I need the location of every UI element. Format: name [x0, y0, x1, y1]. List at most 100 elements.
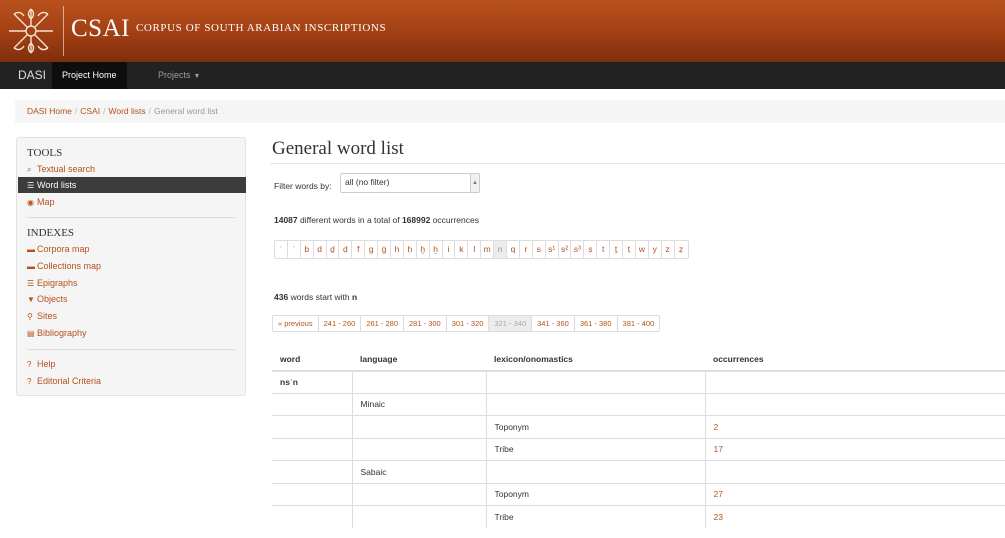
breadcrumb: DASI Home / CSAI / Word lists / General word l… [15, 100, 1005, 123]
letter-link[interactable]: t [597, 241, 611, 258]
letter-link[interactable]: h [391, 241, 404, 258]
letter-count-line: 436 words start with n [274, 292, 357, 302]
sidebar-item-label: Corpora map [37, 244, 90, 254]
cell-word [272, 460, 352, 483]
table-row: nsʾn [272, 370, 1005, 393]
sidebar-item-corpora-map[interactable]: ▬ Corpora map [27, 244, 90, 254]
letter-link[interactable]: s² [559, 241, 572, 258]
letter-link[interactable]: s [533, 241, 546, 258]
cell-occurrences[interactable]: 2 [704, 415, 1005, 438]
letter-link[interactable]: i [443, 241, 456, 258]
letter-link[interactable]: ḍ [339, 241, 353, 258]
stats-suffix: occurrences [432, 215, 479, 225]
cell-occurrences[interactable]: 23 [704, 505, 1005, 528]
cell-lexicon [485, 392, 705, 416]
pagination-page[interactable]: 361 - 380 [575, 316, 618, 331]
cell-language [351, 437, 486, 461]
csai-logo-icon[interactable] [6, 6, 56, 56]
column-header-lexicon: lexicon/onomastics [486, 348, 705, 372]
pagination-page[interactable]: 241 - 260 [319, 316, 362, 331]
cell-occurrences [704, 370, 1005, 393]
letter-count-number: 436 [274, 292, 289, 302]
site-banner: CSAI CORPUS OF SOUTH ARABIAN INSCRIPTIONS [0, 0, 1005, 62]
letter-link[interactable]: ṣ [584, 241, 598, 258]
pagination-page[interactable]: 341 - 360 [532, 316, 575, 331]
cell-word [272, 437, 352, 461]
cell-word [272, 505, 352, 528]
letter-link[interactable]: ʾ [275, 241, 288, 258]
breadcrumb-csai[interactable]: CSAI [80, 106, 100, 116]
letter-link[interactable]: g [365, 241, 379, 258]
sidebar-item-sites[interactable]: ⚲ Sites [27, 311, 57, 321]
nav-projects-dropdown[interactable]: Projects ▼ [158, 62, 200, 89]
letter-link[interactable]: s¹ [546, 241, 559, 258]
letter-filter-bar: ʾ ʿ b d ḏ ḍ f g ġ h ḥ ḫ ẖ i k l m n q r s s¹ s² s³ ṣ t ṯ ṭ w y z ẓ [274, 240, 689, 259]
cell-occurrences[interactable]: 27 [704, 482, 1005, 506]
letter-link[interactable]: y [649, 241, 662, 258]
letter-link[interactable]: k [455, 241, 469, 258]
pagination-previous[interactable]: « previous [273, 316, 319, 331]
cell-occurrences[interactable]: 17 [704, 437, 1005, 461]
sidebar-item-bibliography[interactable]: ▤ Bibliography [27, 328, 87, 338]
sidebar-item-epigraphs[interactable]: ☰ Epigraphs [27, 278, 78, 288]
letter-link[interactable]: q [507, 241, 520, 258]
list-icon: ☰ [27, 181, 35, 190]
pagination-page[interactable]: 281 - 300 [404, 316, 447, 331]
letter-link[interactable]: d [314, 241, 327, 258]
cell-language [351, 370, 486, 393]
sidebar-item-label: Editorial Criteria [37, 376, 102, 386]
letter-link[interactable]: b [301, 241, 314, 258]
cell-lexicon: Tribe [485, 437, 705, 461]
sidebar-item-help[interactable]: ? Help [27, 359, 56, 369]
pagination-page[interactable]: 301 - 320 [447, 316, 490, 331]
table-row: Tribe 23 [272, 505, 1005, 528]
sidebar-item-label: Word lists [37, 180, 77, 190]
sidebar-divider [27, 349, 235, 350]
breadcrumb-word-lists[interactable]: Word lists [108, 106, 145, 116]
sidebar-item-label: Textual search [37, 164, 96, 174]
map-marker-icon: ⚲ [27, 312, 33, 321]
pagination-page[interactable]: 261 - 280 [361, 316, 405, 331]
letter-link[interactable]: ḫ [417, 241, 430, 258]
letter-link[interactable]: ġ [378, 241, 392, 258]
sidebar-divider [27, 217, 235, 218]
letter-link[interactable]: ṯ [610, 241, 624, 258]
sidebar-item-collections-map[interactable]: ▬ Collections map [27, 261, 101, 271]
letter-link[interactable]: ḏ [327, 241, 340, 258]
pagination-page[interactable]: 381 - 400 [618, 316, 660, 331]
table-header-row: word language lexicon/onomastics occurre… [272, 348, 1005, 372]
sidebar-item-map[interactable]: ◉ Map [27, 197, 55, 207]
filter-select[interactable]: all (no filter) ▲ [340, 173, 480, 193]
letter-link[interactable]: l [468, 241, 482, 258]
sidebar-item-editorial-criteria[interactable]: ? Editorial Criteria [27, 376, 101, 386]
top-navbar: DASI Project Home Projects ▼ [0, 62, 1005, 89]
letter-link[interactable]: ḥ [404, 241, 417, 258]
pagination-page[interactable]: 321 - 340 [489, 316, 533, 331]
letter-link[interactable]: m [481, 241, 495, 258]
sidebar-item-objects[interactable]: ▼ Objects [27, 294, 68, 304]
breadcrumb-dasi-home[interactable]: DASI Home [27, 106, 72, 116]
letter-link[interactable]: s³ [571, 241, 585, 258]
folder-open-icon: ▬ [27, 262, 35, 271]
cell-word [272, 415, 352, 438]
letter-link[interactable]: ʿ [288, 241, 301, 258]
nav-project-home[interactable]: Project Home [52, 62, 127, 89]
word-stats: 14087 different words in a total of 1689… [274, 215, 479, 225]
brand-title[interactable]: CSAI CORPUS OF SOUTH ARABIAN INSCRIPTIONS [71, 15, 386, 43]
letter-link[interactable]: r [520, 241, 533, 258]
cell-word: nsʾn [272, 370, 352, 393]
letter-link[interactable]: n [494, 241, 508, 258]
letter-link[interactable]: f [352, 241, 366, 258]
letter-link[interactable]: w [636, 241, 649, 258]
letter-link[interactable]: ṭ [623, 241, 636, 258]
letter-link[interactable]: ẖ [430, 241, 443, 258]
sidebar-item-word-lists[interactable]: ☰ Word lists [18, 177, 246, 193]
sidebar-item-textual-search[interactable]: ⌕ Textual search [27, 164, 95, 175]
table-row: Minaic [272, 392, 1005, 416]
letter-link[interactable]: ẓ [675, 241, 688, 258]
letter-link[interactable]: z [662, 241, 675, 258]
breadcrumb-separator: / [74, 106, 78, 116]
cell-occurrences [704, 460, 1005, 483]
filter-icon: ▼ [27, 295, 35, 304]
nav-brand-dasi[interactable]: DASI [18, 62, 46, 89]
